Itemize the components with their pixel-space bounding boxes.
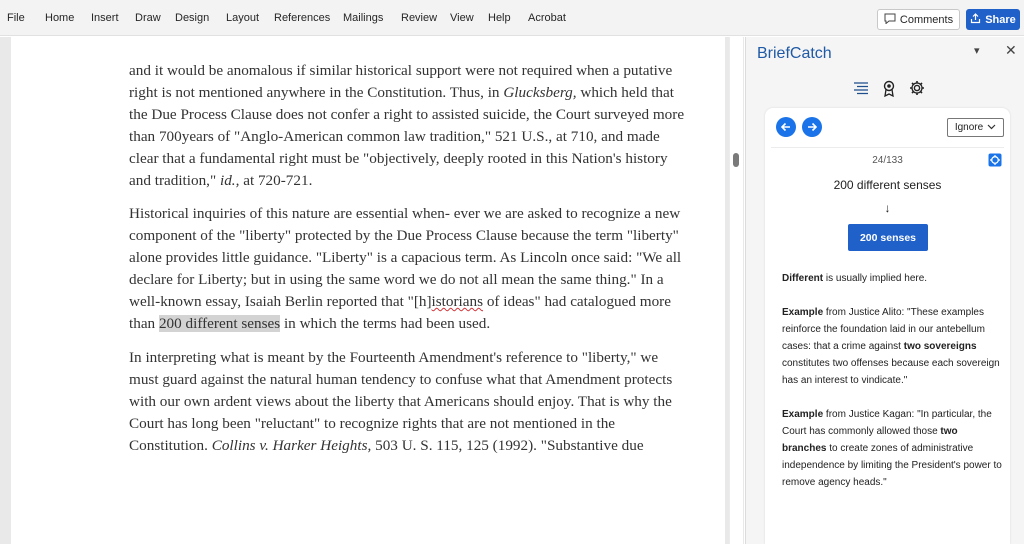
share-icon [970, 12, 981, 27]
tab-acrobat[interactable]: Acrobat [528, 12, 566, 24]
paragraph-1[interactable]: and it would be anomalous if similar his… [129, 60, 689, 191]
document-area: and it would be anomalous if similar his… [0, 37, 744, 544]
tab-file[interactable]: File [7, 12, 25, 24]
comments-button[interactable]: Comments [877, 9, 960, 30]
tab-draw[interactable]: Draw [135, 12, 161, 24]
tab-help[interactable]: Help [488, 12, 511, 24]
divider [771, 147, 1004, 148]
explanation: Different is usually implied here. Examp… [782, 270, 1004, 508]
arrow-left-icon[interactable] [776, 117, 796, 137]
tab-home[interactable]: Home [45, 12, 74, 24]
award-icon[interactable] [880, 79, 898, 97]
tab-layout[interactable]: Layout [226, 12, 259, 24]
document-body[interactable]: and it would be anomalous if similar his… [129, 60, 689, 468]
paragraph-3[interactable]: In interpreting what is meant by the Fou… [129, 347, 689, 457]
arrow-right-icon[interactable] [802, 117, 822, 137]
briefcatch-pane: BriefCatch ▾ ✕ Ignore 24/133 200 differe… [745, 37, 1024, 544]
spelling-flag[interactable]: istorians [432, 293, 483, 310]
tab-mailings[interactable]: Mailings [343, 12, 383, 24]
tab-references[interactable]: References [274, 12, 330, 24]
example-alito: Example from Justice Alito: "These examp… [782, 307, 1000, 386]
highlighted-phrase[interactable]: 200 different senses [158, 314, 281, 332]
share-label: Share [985, 13, 1016, 26]
explanation-summary: Different is usually implied here. [782, 273, 928, 284]
scrollbar-thumb[interactable] [733, 153, 739, 167]
suggestion-button[interactable]: 200 senses [848, 224, 928, 251]
pane-title: BriefCatch [757, 45, 832, 62]
tab-insert[interactable]: Insert [91, 12, 119, 24]
tab-view[interactable]: View [450, 12, 474, 24]
arrow-down-icon: ↓ [884, 201, 891, 215]
ribbon: File Home Insert Draw Design Layout Refe… [0, 0, 1024, 36]
tab-design[interactable]: Design [175, 12, 209, 24]
tab-review[interactable]: Review [401, 12, 437, 24]
list-icon[interactable] [852, 79, 870, 97]
document-page[interactable]: and it would be anomalous if similar his… [11, 37, 725, 544]
pane-toolbar [852, 79, 926, 97]
vertical-scrollbar[interactable] [729, 37, 743, 544]
close-icon[interactable]: ✕ [1005, 42, 1017, 59]
ignore-label: Ignore [954, 122, 984, 133]
comment-icon [884, 13, 896, 27]
paragraph-2[interactable]: Historical inquiries of this nature are … [129, 203, 689, 334]
issue-counter: 24/133 [872, 155, 903, 166]
comments-label: Comments [899, 13, 954, 26]
chevron-down-icon[interactable]: ▾ [974, 44, 980, 57]
ignore-dropdown[interactable]: Ignore [947, 118, 1004, 137]
share-button[interactable]: Share [966, 9, 1020, 30]
example-kagan: Example from Justice Kagan: "In particul… [782, 409, 1002, 488]
chevron-down-icon [987, 122, 996, 133]
suggestion-card: Ignore 24/133 200 different senses ↓ 200… [765, 108, 1010, 544]
expand-icon[interactable] [988, 153, 1002, 167]
original-phrase: 200 different senses [833, 178, 942, 192]
gear-icon[interactable] [908, 79, 926, 97]
